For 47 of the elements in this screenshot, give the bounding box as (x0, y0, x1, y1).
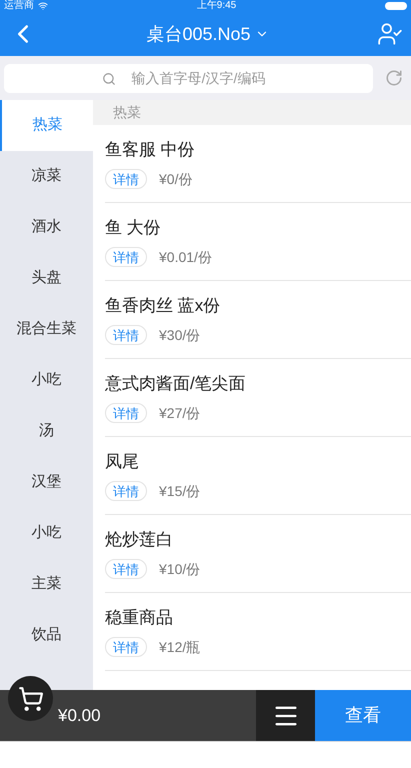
wifi-icon (38, 1, 48, 11)
table-title-dropdown[interactable]: 桌台005.No5 (146, 20, 269, 48)
cart-total: ¥0.00 (58, 704, 102, 727)
dish-name: 炝炒莲白 (105, 529, 174, 552)
category-tab[interactable]: 小吃 (0, 508, 93, 559)
dish-name: 凤尾 (105, 451, 140, 474)
search-icon (102, 72, 116, 86)
category-tab[interactable]: 饮品 (0, 610, 93, 661)
menu-button[interactable] (256, 690, 315, 741)
dish-name: 鱼客服 中份 (105, 139, 196, 162)
dish-price: ¥0.01/份 (159, 248, 212, 267)
dish-price: ¥15/份 (159, 482, 200, 501)
detail-button[interactable]: 详情 (105, 559, 147, 580)
category-tab[interactable]: 汤 (0, 406, 93, 457)
refresh-icon (385, 69, 403, 87)
user-check-icon (377, 21, 403, 47)
dish-price: ¥0/份 (159, 170, 192, 189)
status-time: 上午9:45 (196, 1, 236, 11)
battery-icon (385, 2, 407, 10)
dish-name: 鱼香肉丝 蓝x份 (105, 295, 222, 318)
detail-button[interactable]: 详情 (105, 481, 147, 502)
category-tab[interactable]: 混合生菜 (0, 304, 93, 355)
dish-price: ¥27/份 (159, 404, 200, 423)
dish-name: 意式肉酱面/笔尖面 (105, 373, 247, 396)
category-tab[interactable]: 热菜 (0, 100, 93, 151)
detail-button[interactable]: 详情 (105, 247, 147, 268)
category-tab[interactable]: 酒水 (0, 202, 93, 253)
search-field[interactable]: 输入首字母/汉字/编码 (4, 64, 373, 92)
dish-price: ¥10/份 (159, 560, 200, 579)
detail-button[interactable]: 详情 (105, 325, 147, 346)
dish-name: 鱼 大份 (105, 217, 162, 240)
detail-button[interactable]: 详情 (105, 403, 147, 424)
category-tab[interactable]: 小吃 (0, 355, 93, 406)
category-tab[interactable]: 汉堡 (0, 457, 93, 508)
user-button[interactable] (377, 21, 403, 47)
detail-button[interactable]: 详情 (105, 169, 147, 190)
dish-name: 稳重商品 (105, 607, 174, 630)
category-tab[interactable]: 头盘 (0, 253, 93, 304)
refresh-button[interactable] (385, 69, 403, 87)
detail-button[interactable]: 详情 (105, 637, 147, 658)
dish-price: ¥30/份 (159, 326, 200, 345)
section-header: 热菜 (93, 100, 411, 125)
category-tab[interactable]: 凉菜 (0, 151, 93, 202)
dish-price: ¥12/瓶 (159, 638, 200, 657)
category-tab[interactable]: 主菜 (0, 559, 93, 610)
cart-icon (18, 686, 44, 712)
view-cart-button[interactable]: 查看 (315, 690, 411, 741)
